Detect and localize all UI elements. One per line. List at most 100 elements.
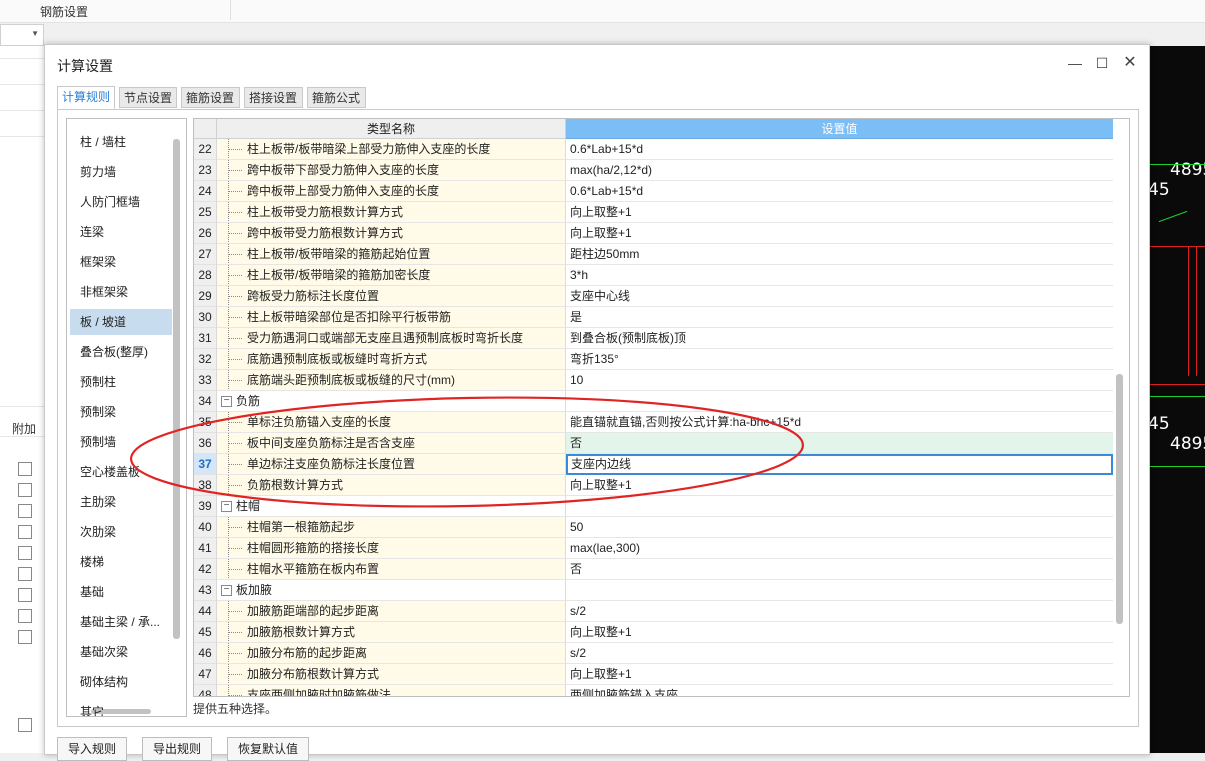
setting-value-cell[interactable]: s/2: [566, 601, 1113, 622]
app-toolbar-title[interactable]: 钢筋设置: [40, 3, 88, 20]
table-row[interactable]: 36 板中间支座负筋标注是否含支座 否: [194, 433, 1113, 454]
setting-value-cell[interactable]: 弯折135°: [566, 349, 1113, 370]
setting-value-cell[interactable]: 能直锚就直锚,否则按公式计算:ha-bhc+15*d: [566, 412, 1113, 433]
setting-value-cell[interactable]: 到叠合板(预制底板)顶: [566, 328, 1113, 349]
table-row[interactable]: 48 支座两侧加腋时加腋筋做法 两侧加腋筋锚入支座: [194, 685, 1113, 696]
table-row[interactable]: 27 柱上板带/板带暗梁的箍筋起始位置 距柱边50mm: [194, 244, 1113, 265]
app-checkbox[interactable]: [18, 504, 32, 518]
setting-value-cell[interactable]: 是: [566, 307, 1113, 328]
category-item[interactable]: 砌体结构: [70, 669, 172, 695]
collapse-icon[interactable]: −: [221, 585, 232, 596]
table-row[interactable]: 22 柱上板带/板带暗梁上部受力筋伸入支座的长度 0.6*Lab+15*d: [194, 139, 1113, 160]
category-scrollbar[interactable]: [173, 139, 180, 639]
setting-value-cell[interactable]: 否: [566, 433, 1113, 454]
table-row[interactable]: 28 柱上板带/板带暗梁的箍筋加密长度 3*h: [194, 265, 1113, 286]
category-item[interactable]: 空心楼盖板: [70, 459, 172, 485]
export-rules-button[interactable]: 导出规则: [142, 737, 213, 761]
setting-value-cell[interactable]: 否: [566, 559, 1113, 580]
cad-canvas[interactable]: 4895 45 45 4895: [1148, 46, 1205, 753]
grid-category-row[interactable]: 34− 负筋: [194, 391, 1113, 412]
table-row[interactable]: 44 加腋筋距端部的起步距离 s/2: [194, 601, 1113, 622]
table-row[interactable]: 33 底筋端头距预制底板或板缝的尺寸(mm) 10: [194, 370, 1113, 391]
category-item[interactable]: 预制柱: [70, 369, 172, 395]
setting-value-cell[interactable]: [566, 496, 1113, 517]
setting-value-cell[interactable]: 支座中心线: [566, 286, 1113, 307]
table-row[interactable]: 24 跨中板带上部受力筋伸入支座的长度 0.6*Lab+15*d: [194, 181, 1113, 202]
table-row[interactable]: 31 受力筋遇洞口或端部无支座且遇预制底板时弯折长度 到叠合板(预制底板)顶: [194, 328, 1113, 349]
maximize-icon[interactable]: ☐: [1092, 53, 1112, 73]
category-item[interactable]: 预制梁: [70, 399, 172, 425]
table-row[interactable]: 47 加腋分布筋根数计算方式 向上取整+1: [194, 664, 1113, 685]
app-checkbox[interactable]: [18, 483, 32, 497]
category-item[interactable]: 柱 / 墙柱: [70, 129, 172, 155]
table-row[interactable]: 41 柱帽圆形箍筋的搭接长度 max(lae,300): [194, 538, 1113, 559]
app-checkbox[interactable]: [18, 588, 32, 602]
import-rules-button[interactable]: 导入规则: [57, 737, 128, 761]
table-row[interactable]: 29 跨板受力筋标注长度位置 支座中心线: [194, 286, 1113, 307]
setting-value-cell[interactable]: max(ha/2,12*d): [566, 160, 1113, 181]
category-item[interactable]: 人防门框墙: [70, 189, 172, 215]
grid-category-row[interactable]: 39− 柱帽: [194, 496, 1113, 517]
setting-value-cell[interactable]: 向上取整+1: [566, 622, 1113, 643]
collapse-icon[interactable]: −: [221, 396, 232, 407]
table-row[interactable]: 26 跨中板带受力筋根数计算方式 向上取整+1: [194, 223, 1113, 244]
table-row[interactable]: 35 单标注负筋锚入支座的长度 能直锚就直锚,否则按公式计算:ha-bhc+15*d: [194, 412, 1113, 433]
app-checkbox[interactable]: [18, 525, 32, 539]
app-combo-box[interactable]: ▼: [0, 24, 44, 46]
table-row[interactable]: 46 加腋分布筋的起步距离 s/2: [194, 643, 1113, 664]
grid-header-value[interactable]: 设置值: [566, 119, 1113, 139]
table-row[interactable]: 40 柱帽第一根箍筋起步 50: [194, 517, 1113, 538]
table-row[interactable]: 32 底筋遇预制底板或板缝时弯折方式 弯折135°: [194, 349, 1113, 370]
tab-stirrup-formula[interactable]: 箍筋公式: [307, 87, 366, 108]
table-row[interactable]: 30 柱上板带暗梁部位是否扣除平行板带筋 是: [194, 307, 1113, 328]
table-row[interactable]: 38 负筋根数计算方式 向上取整+1: [194, 475, 1113, 496]
app-checkbox[interactable]: [18, 630, 32, 644]
table-row[interactable]: 37 单边标注支座负筋标注长度位置 支座内边线: [194, 454, 1113, 475]
table-row[interactable]: 25 柱上板带受力筋根数计算方式 向上取整+1: [194, 202, 1113, 223]
setting-value-cell[interactable]: 两侧加腋筋锚入支座: [566, 685, 1113, 696]
setting-value-cell[interactable]: 向上取整+1: [566, 664, 1113, 685]
category-item[interactable]: 基础: [70, 579, 172, 605]
grid-category-row[interactable]: 43− 板加腋: [194, 580, 1113, 601]
tab-node-settings[interactable]: 节点设置: [119, 87, 177, 108]
minimize-icon[interactable]: —: [1065, 53, 1085, 73]
category-item[interactable]: 板 / 坡道: [70, 309, 172, 335]
setting-value-cell[interactable]: s/2: [566, 643, 1113, 664]
app-checkbox[interactable]: [18, 718, 32, 732]
tab-stirrup-settings[interactable]: 箍筋设置: [181, 87, 240, 108]
table-row[interactable]: 23 跨中板带下部受力筋伸入支座的长度 max(ha/2,12*d): [194, 160, 1113, 181]
app-checkbox[interactable]: [18, 462, 32, 476]
setting-value-cell[interactable]: 支座内边线: [566, 454, 1113, 475]
tab-calc-rules[interactable]: 计算规则: [57, 86, 115, 109]
category-list[interactable]: 柱 / 墙柱 剪力墙人防门框墙连梁框架梁非框架梁板 / 坡道 叠合板(整厚) 预制柱预…: [66, 118, 187, 717]
setting-value-cell[interactable]: 50: [566, 517, 1113, 538]
category-item[interactable]: 叠合板(整厚): [70, 339, 172, 365]
category-item[interactable]: 基础主梁 / 承...: [70, 609, 172, 635]
app-checkbox[interactable]: [18, 609, 32, 623]
category-item[interactable]: 非框架梁: [70, 279, 172, 305]
category-item[interactable]: 预制墙: [70, 429, 172, 455]
grid-scrollbar[interactable]: [1116, 374, 1123, 624]
table-row[interactable]: 42 柱帽水平箍筋在板内布置 否: [194, 559, 1113, 580]
category-item[interactable]: 框架梁: [70, 249, 172, 275]
grid-header-name[interactable]: 类型名称: [217, 119, 566, 139]
category-item[interactable]: 楼梯: [70, 549, 172, 575]
app-checkbox[interactable]: [18, 546, 32, 560]
collapse-icon[interactable]: −: [221, 501, 232, 512]
category-item[interactable]: 主肋梁: [70, 489, 172, 515]
category-item[interactable]: 剪力墙: [70, 159, 172, 185]
setting-value-cell[interactable]: 3*h: [566, 265, 1113, 286]
setting-value-cell[interactable]: 向上取整+1: [566, 202, 1113, 223]
setting-value-cell[interactable]: 向上取整+1: [566, 223, 1113, 244]
category-item[interactable]: 连梁: [70, 219, 172, 245]
setting-value-cell[interactable]: 0.6*Lab+15*d: [566, 181, 1113, 202]
close-icon[interactable]: ✕: [1120, 53, 1140, 73]
setting-value-cell[interactable]: [566, 391, 1113, 412]
setting-value-cell[interactable]: 距柱边50mm: [566, 244, 1113, 265]
table-row[interactable]: 45 加腋筋根数计算方式 向上取整+1: [194, 622, 1113, 643]
category-item[interactable]: 基础次梁: [70, 639, 172, 665]
setting-value-cell[interactable]: max(lae,300): [566, 538, 1113, 559]
category-item[interactable]: 其它: [70, 699, 172, 716]
setting-value-cell[interactable]: [566, 580, 1113, 601]
setting-value-cell[interactable]: 向上取整+1: [566, 475, 1113, 496]
